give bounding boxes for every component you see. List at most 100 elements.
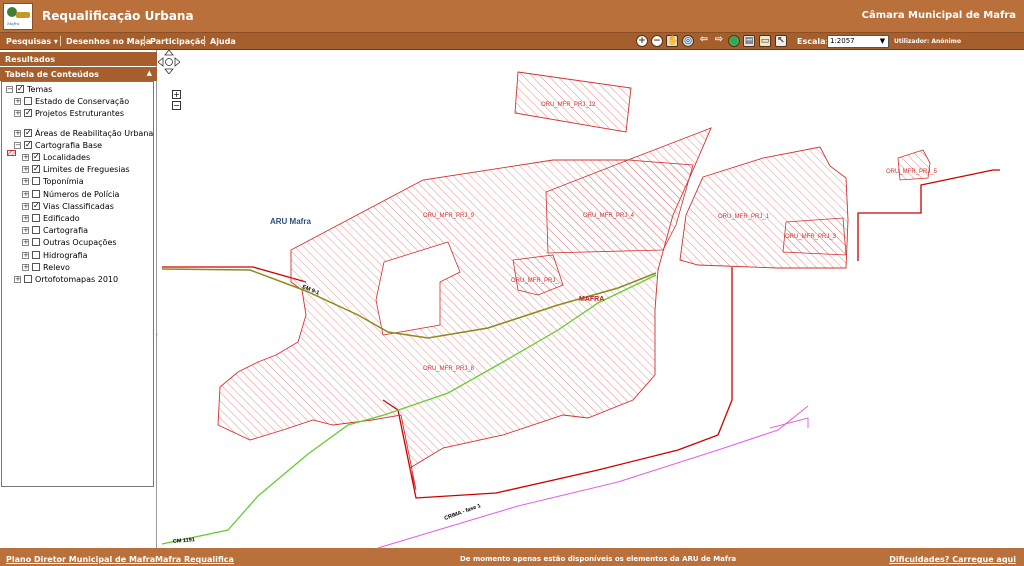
layer-checkbox[interactable]: ✓: [24, 109, 32, 118]
expand-icon[interactable]: +: [14, 129, 21, 137]
expand-icon[interactable]: +: [22, 263, 29, 271]
expand-icon[interactable]: +: [14, 276, 21, 283]
forward-arrow-icon[interactable]: ⇨: [713, 35, 725, 47]
collapse-icon[interactable]: ▲: [147, 69, 152, 77]
menu-desenhos-no-mapa[interactable]: Desenhos no Mapa: [66, 37, 151, 46]
user-label: Utilizador: Anónimo: [894, 38, 962, 45]
expand-icon[interactable]: +: [22, 215, 29, 222]
back-arrow-icon[interactable]: ⇦: [698, 35, 710, 47]
app-window: Mafra Requalificação Urbana Câmara Munic…: [0, 0, 1024, 566]
tree-item-label: Vias Classificadas: [43, 201, 114, 211]
tree-item-label: Cartografia Base: [35, 140, 103, 150]
town-label: MAFRA: [579, 296, 604, 303]
layer-checkbox[interactable]: [32, 250, 40, 259]
layer-checkbox[interactable]: [32, 214, 40, 222]
scale-value: 1:2057: [830, 37, 855, 45]
layer-checkbox[interactable]: [32, 226, 40, 235]
map-layers[interactable]: ARU Mafra MAFRA ORU_MFR_PRJ_12 ORU_MFR_P…: [158, 50, 1024, 548]
layer-checkbox[interactable]: [32, 189, 40, 198]
road-label-cm1191: CM 1191: [173, 537, 195, 545]
tree-item-label: Limites de Freguesias: [43, 165, 130, 175]
tree-item-label: Hidrografia: [43, 250, 88, 260]
zoom-extent-icon[interactable]: ◎: [682, 35, 694, 47]
layer-checkbox[interactable]: [24, 275, 32, 283]
pan-control-icon[interactable]: [158, 50, 180, 74]
chevron-down-icon: ▼: [879, 37, 886, 45]
tree-item-label: Outras Ocupações: [43, 238, 117, 248]
collapse-icon[interactable]: −: [6, 86, 13, 93]
footer-bar: Plano Diretor Municipal de Mafra Mafra R…: [0, 548, 1024, 566]
project-label-8: ORU_MFR_PRJ_8: [423, 366, 475, 372]
menu-bar: Pesquisas ▾ Desenhos no Mapa Participaçã…: [0, 33, 1024, 50]
layer-checkbox[interactable]: ✓: [32, 165, 40, 174]
layer-checkbox[interactable]: ✓: [16, 85, 24, 93]
mafra-requalifica-link[interactable]: Mafra Requalifica: [155, 555, 234, 564]
expand-icon[interactable]: +: [22, 202, 29, 210]
globe-icon[interactable]: ●: [728, 35, 740, 47]
map-zoom-out-button[interactable]: −: [172, 101, 181, 110]
project-areas: [217, 71, 931, 491]
expand-icon[interactable]: +: [22, 251, 29, 259]
project-label-9: ORU_MFR_PRJ_9: [423, 213, 475, 219]
print-icon[interactable]: ▤: [743, 35, 755, 47]
expand-icon[interactable]: +: [22, 178, 29, 186]
expand-icon[interactable]: +: [14, 98, 21, 106]
project-label-3: ORU_MFR_PRJ_3: [785, 234, 837, 240]
expand-icon[interactable]: +: [22, 166, 29, 174]
menu-pesquisas[interactable]: Pesquisas ▾: [6, 37, 58, 46]
tree-item-label: Edificado: [43, 214, 80, 223]
status-message: De momento apenas estão disponíveis os e…: [460, 555, 737, 563]
app-title: Requalificação Urbana: [42, 9, 194, 23]
zoom-in-icon[interactable]: +: [636, 35, 648, 47]
help-link[interactable]: Dificuldades? Carregue aqui: [889, 555, 1016, 564]
expand-icon[interactable]: +: [22, 239, 29, 247]
zoom-out-icon[interactable]: −: [651, 35, 663, 47]
tree-item-label: Localidades: [43, 153, 91, 162]
pdm-link[interactable]: Plano Diretor Municipal de Mafra: [6, 555, 155, 564]
legend-swatch: [7, 150, 16, 156]
tree-item-label: Ortofotomapas 2010: [35, 275, 119, 284]
menu-ajuda[interactable]: Ajuda: [210, 37, 236, 46]
map-canvas[interactable]: ARU Mafra MAFRA ORU_MFR_PRJ_12 ORU_MFR_P…: [158, 50, 1024, 548]
layer-checkbox[interactable]: [32, 177, 40, 186]
project-label-4: ORU_MFR_PRJ_4: [583, 213, 635, 219]
tree-item-label: Relevo: [43, 262, 70, 272]
toc-panel-header[interactable]: Tabela de Conteúdos ▲: [0, 67, 157, 81]
layer-checkbox[interactable]: ✓: [32, 153, 40, 161]
map-zoom-in-button[interactable]: +: [172, 90, 181, 99]
project-label-x: ORU_MFR_PRJ_: [511, 278, 559, 284]
layer-checkbox[interactable]: [32, 238, 40, 247]
project-label-5: ORU_MFR_PRJ_5: [886, 169, 938, 175]
collapse-icon[interactable]: −: [14, 141, 21, 149]
expand-icon[interactable]: +: [22, 154, 29, 161]
layer-checkbox[interactable]: [24, 97, 32, 106]
results-panel-header[interactable]: Resultados: [0, 52, 157, 66]
left-panel: Resultados Tabela de Conteúdos ▲ − ✓ Temas…: [0, 50, 158, 548]
expand-icon[interactable]: +: [22, 190, 29, 198]
toc-title: Tabela de Conteúdos: [5, 70, 99, 79]
tree-item-label: Projetos Estruturantes: [35, 109, 124, 119]
layer-checkbox[interactable]: ✓: [24, 128, 32, 137]
menu-participacao[interactable]: Participação: [150, 37, 206, 46]
scale-label: Escala:: [797, 37, 829, 46]
layer-checkbox[interactable]: ✓: [24, 140, 32, 149]
layer-checkbox[interactable]: ✓: [32, 201, 40, 210]
expand-icon[interactable]: +: [14, 110, 21, 118]
expand-icon[interactable]: +: [22, 227, 29, 235]
tree-item-label: Temas: [27, 85, 53, 94]
tree-item-label: Números de Polícia: [43, 189, 120, 199]
layer-tree: − ✓ Temas + Estado de Conservação + ✓ Projetos …: [1, 81, 154, 487]
project-label-12: ORU_MFR_PRJ_12: [541, 102, 596, 108]
measure-icon[interactable]: ▭: [759, 35, 771, 47]
mafra-logo[interactable]: Mafra: [3, 3, 33, 30]
pan-hand-icon[interactable]: ✋: [666, 35, 678, 47]
header-bar: Mafra Requalificação Urbana Câmara Munic…: [0, 0, 1024, 33]
scale-select[interactable]: 1:2057 ▼: [827, 35, 889, 48]
layer-checkbox[interactable]: [32, 262, 40, 271]
select-icon[interactable]: ↖: [775, 35, 787, 47]
project-label-1: ORU_MFR_PRJ_1: [718, 214, 770, 220]
tree-item-label: Áreas de Reabilitação Urbana: [35, 128, 154, 138]
tree-item-label: Toponímia: [43, 177, 84, 187]
aru-label: ARU Mafra: [270, 217, 311, 226]
tree-item-label: Estado de Conservação: [35, 97, 130, 107]
